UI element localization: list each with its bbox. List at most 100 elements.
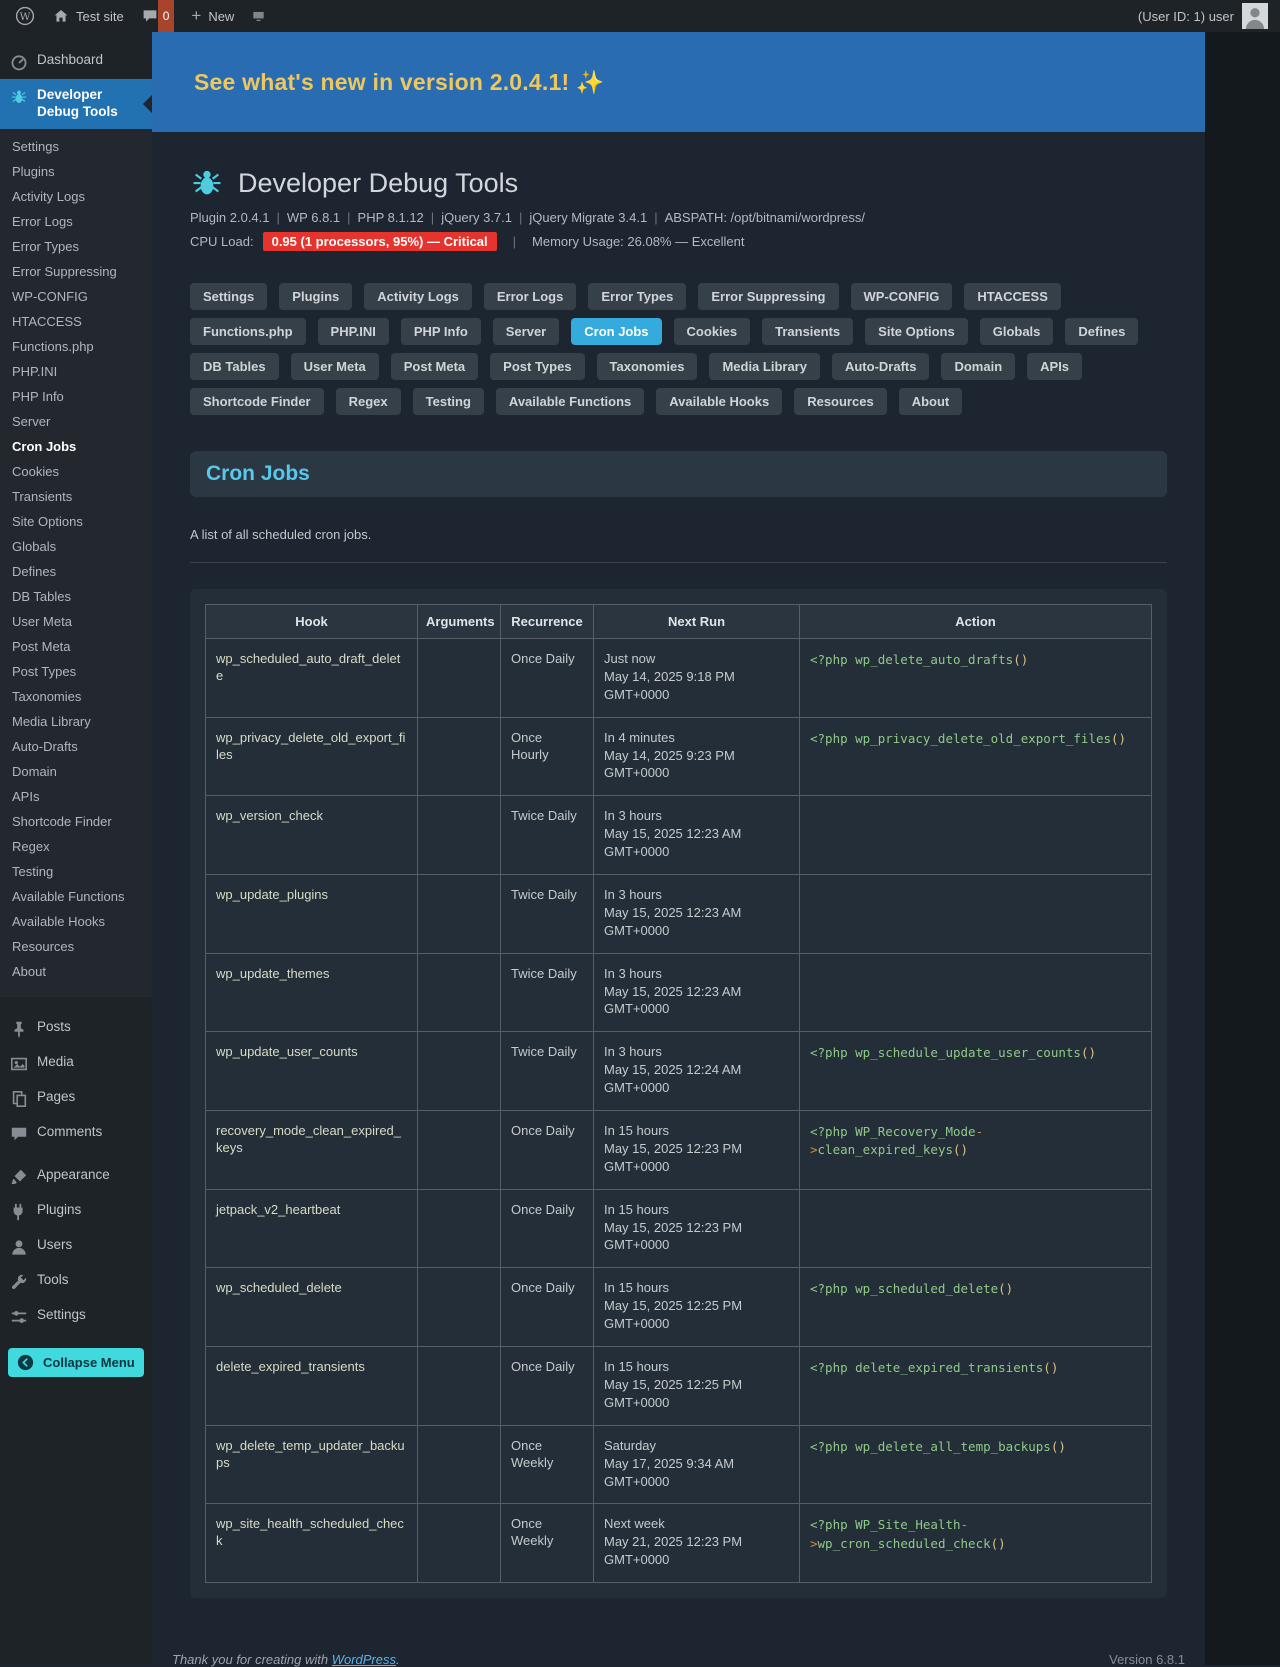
submenu-item-media-library[interactable]: Media Library [0,709,152,734]
tab-cookies[interactable]: Cookies [673,318,751,345]
wp-logo-button[interactable]: W [6,0,44,32]
tab-testing[interactable]: Testing [412,388,484,415]
submenu-item-settings[interactable]: Settings [0,134,152,159]
submenu-item-domain[interactable]: Domain [0,759,152,784]
tab-post-types[interactable]: Post Types [490,353,585,380]
submenu-item-post-types[interactable]: Post Types [0,659,152,684]
sidebar-item-users[interactable]: Users [0,1229,152,1264]
submenu-item-user-meta[interactable]: User Meta [0,609,152,634]
submenu-item-php-info[interactable]: PHP Info [0,384,152,409]
sidebar-item-dashboard[interactable]: Dashboard [0,44,152,79]
new-content-button[interactable]: + New [182,0,243,32]
tab-db-tables[interactable]: DB Tables [190,353,279,380]
submenu-item-transients[interactable]: Transients [0,484,152,509]
submenu-item-globals[interactable]: Globals [0,534,152,559]
tab-error-suppressing[interactable]: Error Suppressing [698,283,839,310]
submenu-item-site-options[interactable]: Site Options [0,509,152,534]
sidebar-item-pages[interactable]: Pages [0,1081,152,1116]
sidebar-item-label: Settings [37,1306,86,1322]
next-run-cell: In 15 hours May 15, 2025 12:25 PM GMT+0000 [593,1346,800,1426]
tab-user-meta[interactable]: User Meta [290,353,379,380]
tab-settings[interactable]: Settings [190,283,268,310]
submenu-item-cron-jobs[interactable]: Cron Jobs [0,434,152,459]
tab-php-ini[interactable]: PHP.INI [317,318,389,345]
submenu-item-error-suppressing[interactable]: Error Suppressing [0,259,152,284]
tab-wp-config[interactable]: WP-CONFIG [850,283,953,310]
sidebar-item-media[interactable]: Media [0,1046,152,1081]
screen-toolbar-button[interactable] [243,0,274,32]
submenu-item-regex[interactable]: Regex [0,834,152,859]
tab-error-types[interactable]: Error Types [588,283,687,310]
submenu-item-available-hooks[interactable]: Available Hooks [0,909,152,934]
submenu-item-apis[interactable]: APIs [0,784,152,809]
next-run-line: In 3 hours [604,1044,662,1060]
tab-transients[interactable]: Transients [762,318,854,345]
submenu-item-taxonomies[interactable]: Taxonomies [0,684,152,709]
submenu-item-defines[interactable]: Defines [0,559,152,584]
tab-defines[interactable]: Defines [1065,318,1139,345]
sidebar-item-tools[interactable]: Tools [0,1264,152,1299]
submenu-item-server[interactable]: Server [0,409,152,434]
submenu-item-htaccess[interactable]: HTACCESS [0,309,152,334]
submenu-item-db-tables[interactable]: DB Tables [0,584,152,609]
submenu-item-about[interactable]: About [0,959,152,984]
submenu-item-shortcode-finder[interactable]: Shortcode Finder [0,809,152,834]
tab-available-functions[interactable]: Available Functions [495,388,645,415]
sidebar-item-comments[interactable]: Comments [0,1116,152,1151]
comments-icon [10,1125,28,1143]
user-info[interactable]: (User ID: 1) user [1138,9,1234,24]
tab-available-hooks[interactable]: Available Hooks [656,388,783,415]
collapse-menu-button[interactable]: Collapse Menu [8,1347,144,1377]
plugins-icon [10,1203,28,1221]
sidebar-item-settings[interactable]: Settings [0,1299,152,1334]
action-cell: <?php wp_delete_all_temp_backups() [799,1424,1152,1505]
sidebar-item-plugins[interactable]: Plugins [0,1194,152,1229]
submenu-item-error-logs[interactable]: Error Logs [0,209,152,234]
sidebar-item-posts[interactable]: Posts [0,1011,152,1046]
avatar[interactable] [1242,3,1268,29]
tab-php-info[interactable]: PHP Info [400,318,481,345]
submenu-item-cookies[interactable]: Cookies [0,459,152,484]
tab-about[interactable]: About [898,388,963,415]
submenu-item-plugins[interactable]: Plugins [0,159,152,184]
tab-shortcode-finder[interactable]: Shortcode Finder [190,388,324,415]
submenu-item-testing[interactable]: Testing [0,859,152,884]
tab-activity-logs[interactable]: Activity Logs [364,283,472,310]
submenu-item-available-functions[interactable]: Available Functions [0,884,152,909]
tab-post-meta[interactable]: Post Meta [390,353,479,380]
tab-cron-jobs[interactable]: Cron Jobs [571,318,662,345]
tab-site-options[interactable]: Site Options [865,318,968,345]
tab-taxonomies[interactable]: Taxonomies [596,353,698,380]
submenu-item-resources[interactable]: Resources [0,934,152,959]
next-run-line: In 15 hours [604,1359,670,1375]
tab-resources[interactable]: Resources [794,388,887,415]
tab-server[interactable]: Server [492,318,560,345]
submenu-item-post-meta[interactable]: Post Meta [0,634,152,659]
site-name-link[interactable]: Test site [44,0,133,32]
tab-error-logs[interactable]: Error Logs [483,283,577,310]
tab-functions-php[interactable]: Functions.php [190,318,306,345]
tab-domain[interactable]: Domain [941,353,1016,380]
tab-htaccess[interactable]: HTACCESS [964,283,1061,310]
tab-auto-drafts[interactable]: Auto-Drafts [831,353,930,380]
next-run-line: In 15 hours [604,1123,670,1139]
submenu-item-activity-logs[interactable]: Activity Logs [0,184,152,209]
action-cell [799,1188,1152,1269]
tab-regex[interactable]: Regex [335,388,401,415]
comments-link[interactable] [133,0,158,32]
tab-apis[interactable]: APIs [1027,353,1083,380]
sidebar-item-appearance[interactable]: Appearance [0,1159,152,1194]
main-panel: Developer Debug Tools Plugin 2.0.4.1 | WP … [152,166,1205,1599]
sidebar-item-developer-debug-tools[interactable]: Developer Debug Tools [0,79,152,129]
tab-media-library[interactable]: Media Library [709,353,820,380]
comment-count-badge[interactable]: 0 [157,0,175,32]
tab-globals[interactable]: Globals [979,318,1054,345]
submenu-item-php-ini[interactable]: PHP.INI [0,359,152,384]
submenu-item-functions-php[interactable]: Functions.php [0,334,152,359]
submenu-item-wp-config[interactable]: WP-CONFIG [0,284,152,309]
recurrence-cell: Once Daily [500,1110,594,1190]
submenu-item-error-types[interactable]: Error Types [0,234,152,259]
next-run-line: May 15, 2025 12:24 AM [604,1062,742,1078]
submenu-item-auto-drafts[interactable]: Auto-Drafts [0,734,152,759]
tab-plugins[interactable]: Plugins [279,283,353,310]
